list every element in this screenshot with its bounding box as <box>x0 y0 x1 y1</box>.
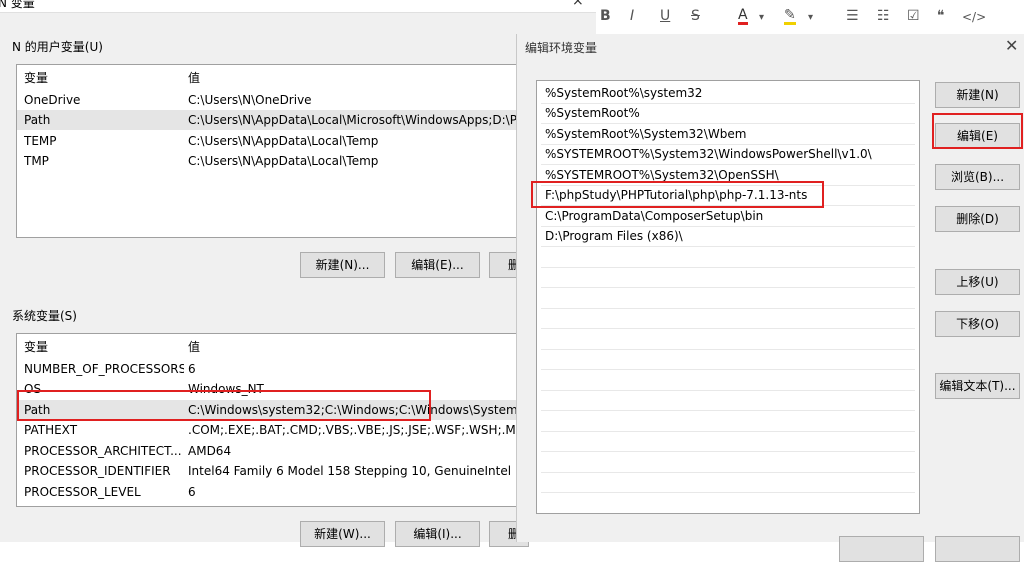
list-item-empty[interactable] <box>541 349 915 370</box>
variable-value: C:\Users\N\OneDrive <box>188 93 312 107</box>
variable-value: AMD64 <box>188 444 232 458</box>
list-item-empty[interactable] <box>541 288 915 309</box>
highlight-icon[interactable]: ✎ <box>784 8 796 25</box>
list-item-empty[interactable] <box>541 329 915 350</box>
chevron-down-icon[interactable]: ▾ <box>808 12 813 23</box>
edit-button-highlight-box <box>932 113 1023 149</box>
user-variables-label: N 的用户变量(U) <box>12 40 103 54</box>
dialog-title: 编辑环境变量 <box>525 41 598 55</box>
environment-variables-window: N 变量 × N 的用户变量(U) 变量 值 OneDrive C:\Users… <box>0 0 608 547</box>
path-entry: C:\ProgramData\ComposerSetup\bin <box>545 209 764 223</box>
variable-name: Path <box>24 113 51 127</box>
list-item-empty[interactable] <box>541 390 915 411</box>
list-item-empty[interactable] <box>541 370 915 391</box>
list-item[interactable]: %SystemRoot%\system32 <box>541 83 915 104</box>
list-item-empty[interactable] <box>541 308 915 329</box>
browse-button[interactable]: 浏览(B)... <box>935 164 1020 190</box>
checklist-icon[interactable]: ☑ <box>907 8 920 24</box>
list-item[interactable]: D:\Program Files (x86)\ <box>541 226 915 247</box>
variable-value: C:\Users\N\AppData\Local\Temp <box>188 134 379 148</box>
variable-name: NUMBER_OF_PROCESSORS <box>24 362 184 376</box>
path-row-highlight-box <box>17 390 431 421</box>
underline-icon[interactable]: U <box>660 8 670 24</box>
move-up-button[interactable]: 上移(U) <box>935 269 1020 295</box>
ok-button-partial[interactable] <box>839 536 924 562</box>
list-item-empty[interactable] <box>541 267 915 288</box>
code-icon[interactable]: </> <box>962 10 986 24</box>
variable-name: OneDrive <box>24 93 81 107</box>
env-window-title: N 变量 <box>0 0 35 10</box>
php-path-highlight-box <box>531 181 824 208</box>
path-entry: %SystemRoot%\System32\Wbem <box>545 127 747 141</box>
quote-icon[interactable]: ❝ <box>937 8 945 24</box>
path-entry: %SYSTEMROOT%\System32\WindowsPowerShell\… <box>545 147 872 161</box>
list-item[interactable]: %SystemRoot%\System32\Wbem <box>541 124 915 145</box>
editor-toolbar: B I U S A ▾ ✎ ▾ ☰ ☷ ☑ ❝ </> <box>596 0 1024 35</box>
numbered-list-icon[interactable]: ☷ <box>877 8 890 24</box>
column-header-variable[interactable]: 变量 <box>24 69 48 86</box>
font-color-icon[interactable]: A <box>738 8 748 25</box>
variable-value: C:\Users\N\AppData\Local\Temp <box>188 154 379 168</box>
bullet-list-icon[interactable]: ☰ <box>846 8 859 24</box>
list-item-empty[interactable] <box>541 452 915 473</box>
strikethrough-icon[interactable]: S <box>691 8 700 24</box>
variable-name: PROCESSOR_ARCHITECT... <box>24 444 182 458</box>
path-entry: %SystemRoot% <box>545 106 640 120</box>
system-new-button[interactable]: 新建(W)... <box>300 521 385 547</box>
edit-environment-variable-dialog: 编辑环境变量 ✕ %SystemRoot%\system32 %SystemRo… <box>516 34 1024 562</box>
move-down-button[interactable]: 下移(O) <box>935 311 1020 337</box>
variable-value: .COM;.EXE;.BAT;.CMD;.VBS;.VBE;.JS;.JSE;.… <box>188 423 532 437</box>
bold-icon[interactable]: B <box>600 8 611 24</box>
system-variables-label: 系统变量(S) <box>12 309 77 323</box>
new-button[interactable]: 新建(N) <box>935 82 1020 108</box>
path-entries-list[interactable]: %SystemRoot%\system32 %SystemRoot% %Syst… <box>536 80 920 514</box>
variable-name: PROCESSOR_IDENTIFIER <box>24 464 171 478</box>
list-item-empty[interactable] <box>541 431 915 452</box>
list-item[interactable]: %SYSTEMROOT%\System32\WindowsPowerShell\… <box>541 144 915 165</box>
env-window-close-icon[interactable]: × <box>572 0 584 9</box>
user-new-button[interactable]: 新建(N)... <box>300 252 385 278</box>
edit-text-button[interactable]: 编辑文本(T)... <box>935 373 1020 399</box>
system-edit-button[interactable]: 编辑(I)... <box>395 521 480 547</box>
list-item-empty[interactable] <box>541 247 915 268</box>
italic-icon[interactable]: I <box>630 8 634 24</box>
list-item[interactable]: %SystemRoot% <box>541 103 915 124</box>
column-header-value[interactable]: 值 <box>188 338 200 355</box>
variable-value: C:\Users\N\AppData\Local\Microsoft\Windo… <box>188 113 522 127</box>
path-entry: D:\Program Files (x86)\ <box>545 229 683 243</box>
delete-button[interactable]: 删除(D) <box>935 206 1020 232</box>
variable-name: TEMP <box>24 134 57 148</box>
path-entry: %SYSTEMROOT%\System32\OpenSSH\ <box>545 168 779 182</box>
variable-value: 6 <box>188 362 196 376</box>
close-icon[interactable]: ✕ <box>1005 36 1018 55</box>
env-window-titlebar: N 变量 × <box>0 0 600 13</box>
variable-value: Intel64 Family 6 Model 158 Stepping 10, … <box>188 464 512 478</box>
variable-value: 6 <box>188 485 196 499</box>
variable-name: PATHEXT <box>24 423 78 437</box>
path-entry: %SystemRoot%\system32 <box>545 86 703 100</box>
column-header-variable[interactable]: 变量 <box>24 338 48 355</box>
column-header-value[interactable]: 值 <box>188 69 200 86</box>
list-item-empty[interactable] <box>541 472 915 493</box>
chevron-down-icon[interactable]: ▾ <box>759 12 764 23</box>
list-item[interactable]: C:\ProgramData\ComposerSetup\bin <box>541 206 915 227</box>
list-item-empty[interactable] <box>541 411 915 432</box>
variable-name: TMP <box>24 154 49 168</box>
variable-name: PROCESSOR_LEVEL <box>24 485 141 499</box>
user-edit-button[interactable]: 编辑(E)... <box>395 252 480 278</box>
cancel-button-partial[interactable] <box>935 536 1020 562</box>
